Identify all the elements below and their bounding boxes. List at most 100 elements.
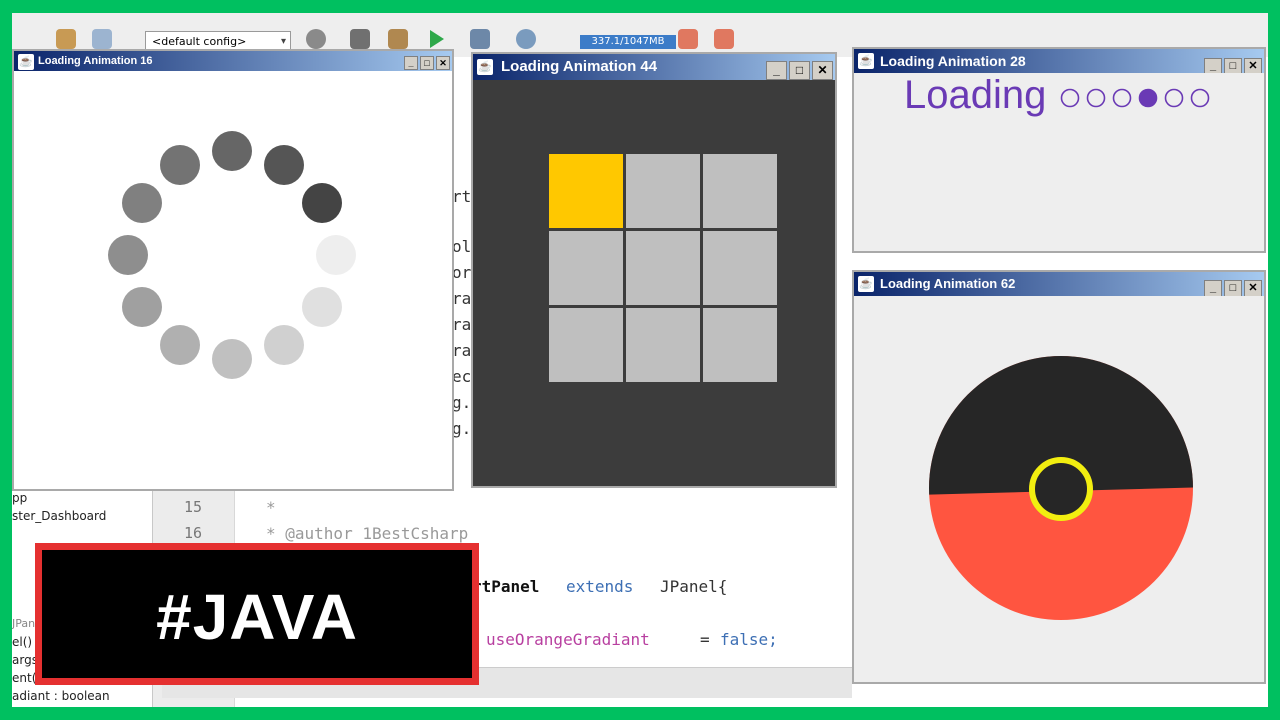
code-line: * @author 1BestCsharp <box>266 524 469 543</box>
code-fragment: or <box>452 263 472 282</box>
code-fragment: ra <box>452 315 472 334</box>
config-select[interactable]: <default config> ▾ <box>145 31 291 51</box>
window-content: Loading <box>854 73 1264 251</box>
window-title: Loading Animation 16 <box>38 55 153 67</box>
loading-dot <box>1190 88 1210 108</box>
spinner-dot <box>108 235 148 275</box>
field-value: false; <box>720 630 778 649</box>
java-icon: ☕ <box>18 54 34 70</box>
hammer-icon[interactable] <box>350 29 370 49</box>
window-controls: _ □ ✕ <box>764 57 833 80</box>
loading-label: Loading <box>904 73 1047 117</box>
gc2-icon[interactable] <box>714 29 734 49</box>
grid-tile <box>703 308 777 382</box>
java-icon: ☕ <box>477 59 493 75</box>
clean-build-icon[interactable] <box>388 29 408 49</box>
window-loading-28[interactable]: ☕ Loading Animation 28 _ □ ✕ Loading <box>852 47 1266 253</box>
line-number: 15 <box>184 498 203 516</box>
memory-indicator[interactable]: 337.1/1047MB <box>580 35 676 49</box>
window-title: Loading Animation 28 <box>880 53 1026 69</box>
window-content <box>854 296 1264 682</box>
spinner-dot <box>316 235 356 275</box>
grid-tile <box>703 154 777 228</box>
window-controls: _ □ ✕ <box>1202 52 1262 73</box>
spinner-dot <box>122 183 162 223</box>
debug-icon[interactable] <box>470 29 490 49</box>
code-line: * <box>266 498 276 517</box>
java-icon: ☕ <box>858 276 874 292</box>
maximize-button[interactable]: □ <box>1224 280 1242 296</box>
minimize-button[interactable]: _ <box>766 61 787 80</box>
config-label: <default config> <box>152 35 247 48</box>
grid-tile <box>626 231 700 305</box>
window-titlebar[interactable]: ☕ Loading Animation 16 _ □ ✕ <box>14 51 452 71</box>
loading-dot <box>1164 88 1184 108</box>
window-loading-16[interactable]: ☕ Loading Animation 16 _ □ ✕ <box>12 49 454 491</box>
nav-item[interactable]: ster_Dashboard <box>12 509 106 523</box>
close-button[interactable]: ✕ <box>812 61 833 80</box>
code-fragment: ol <box>452 237 472 256</box>
window-loading-44[interactable]: ☕ Loading Animation 44 _ □ ✕ <box>471 52 837 488</box>
banner-text: #JAVA <box>156 581 358 653</box>
window-titlebar[interactable]: ☕ Loading Animation 62 _ □ ✕ <box>854 272 1264 296</box>
code-fragment: ec <box>452 367 472 386</box>
window-loading-62[interactable]: ☕ Loading Animation 62 _ □ ✕ <box>852 270 1266 684</box>
gc-icon[interactable] <box>678 29 698 49</box>
maximize-button[interactable]: □ <box>1224 58 1242 73</box>
undo-icon[interactable] <box>56 29 76 49</box>
redo-icon[interactable] <box>92 29 112 49</box>
loading-dot <box>1086 88 1106 108</box>
window-titlebar[interactable]: ☕ Loading Animation 44 _ □ ✕ <box>473 54 835 80</box>
spinner-dot <box>160 145 200 185</box>
nav-item[interactable]: pp <box>12 491 27 505</box>
window-title: Loading Animation 62 <box>880 276 1016 291</box>
spinner-dot <box>122 287 162 327</box>
nav-item[interactable]: el() <box>12 635 32 649</box>
spinner-dot <box>264 145 304 185</box>
close-button[interactable]: ✕ <box>1244 58 1262 73</box>
code-fragment: ra <box>452 341 472 360</box>
java-icon: ☕ <box>858 53 874 69</box>
line-number: 16 <box>184 524 203 542</box>
minimize-button[interactable]: _ <box>404 56 418 70</box>
window-content <box>473 80 835 486</box>
loading-dot <box>1112 88 1132 108</box>
spinner-dot <box>302 183 342 223</box>
loading-dot <box>1060 88 1080 108</box>
spinner-graphic <box>108 131 356 379</box>
field-name: useOrangeGradiant <box>486 630 650 649</box>
minimize-button[interactable]: _ <box>1204 58 1222 73</box>
assign-operator: = <box>700 630 710 649</box>
nav-item[interactable]: adiant : boolean <box>12 689 110 703</box>
build-icon[interactable] <box>306 29 326 49</box>
grid-tile <box>703 231 777 305</box>
nav-item[interactable]: JPan <box>12 617 35 630</box>
loading-dot-active <box>1138 88 1158 108</box>
grid-tile <box>549 308 623 382</box>
spinner-dots <box>108 131 356 379</box>
extends-keyword: extends <box>566 577 634 596</box>
close-button[interactable]: ✕ <box>1244 280 1262 296</box>
window-controls: _ □ ✕ <box>402 53 450 71</box>
profile-icon[interactable] <box>516 29 536 49</box>
spinner-dot <box>212 339 252 379</box>
window-title: Loading Animation 44 <box>501 58 658 75</box>
code-fragment: rt <box>452 187 472 206</box>
window-controls: _ □ ✕ <box>1202 275 1262 296</box>
grid-tile-active <box>549 154 623 228</box>
code-fragment: g. <box>452 419 472 438</box>
window-titlebar[interactable]: ☕ Loading Animation 28 _ □ ✕ <box>854 49 1264 73</box>
nav-item[interactable]: ent( <box>12 671 36 685</box>
maximize-button[interactable]: □ <box>789 61 810 80</box>
minimize-button[interactable]: _ <box>1204 280 1222 296</box>
class-name: rtPanel <box>472 577 540 596</box>
superclass-name: JPanel{ <box>660 577 728 596</box>
loading-dots <box>1060 88 1210 108</box>
maximize-button[interactable]: □ <box>420 56 434 70</box>
desktop: <default config> ▾ 337.1/1047MB rt ol or… <box>12 13 1268 707</box>
pokeball-center-ring <box>1029 457 1093 521</box>
run-icon[interactable] <box>430 30 444 48</box>
spinner-dot <box>212 131 252 171</box>
close-button[interactable]: ✕ <box>436 56 450 70</box>
grid-tile <box>626 154 700 228</box>
